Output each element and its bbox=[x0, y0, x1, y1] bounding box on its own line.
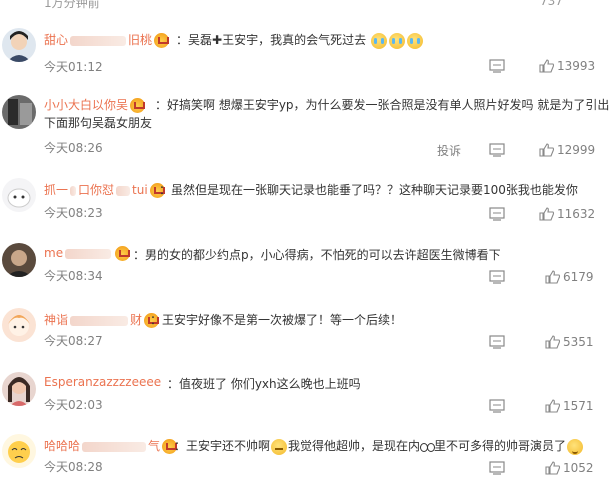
crying-emoji-icon bbox=[388, 32, 405, 49]
like-icon[interactable] bbox=[545, 399, 561, 413]
like-count: 12999 bbox=[557, 143, 596, 157]
comment-item: 抓一 口你怼 tui ：虽然但是现在一张聊天记录也能垂了吗？？这种聊天记录要100张… bbox=[0, 178, 612, 246]
username-text[interactable]: 气 bbox=[148, 439, 160, 453]
comment-time: 今天08:27 bbox=[44, 334, 103, 348]
like-count: 5351 bbox=[563, 335, 594, 349]
comment-item: 甜心 旧桃 ：吴磊✚王安宇，我真的会气死过去 今天01:12 13993 bbox=[0, 28, 612, 96]
username[interactable]: 抓一 口你怼 tui bbox=[44, 181, 165, 198]
avatar[interactable] bbox=[2, 28, 36, 62]
username-text[interactable]: 旧桃 bbox=[128, 33, 152, 47]
comment-time: 今天01:12 bbox=[44, 60, 103, 74]
like-count: 737 bbox=[540, 0, 563, 8]
like-count: 6179 bbox=[563, 270, 594, 284]
comment-icon[interactable] bbox=[489, 461, 505, 475]
username-blur bbox=[116, 185, 131, 196]
username-text[interactable]: 甜心 bbox=[44, 33, 68, 47]
comment-text: ：王安宇还不帅啊 我觉得他超帅，是现在内 里不可多得的帅哥演员了 bbox=[174, 437, 584, 455]
username-blur bbox=[70, 185, 77, 196]
report-button[interactable]: 投诉 bbox=[437, 142, 461, 159]
comment-time: 今天08:23 bbox=[44, 206, 103, 220]
comment-icon[interactable] bbox=[489, 207, 505, 221]
comment-item: Esperanzazzzzeeee ：值夜班了 你们yxh这么晚也上班吗 今天0… bbox=[0, 372, 612, 440]
username[interactable]: Esperanzazzzzeeee bbox=[44, 375, 161, 389]
username-text[interactable]: 神诣 bbox=[44, 313, 68, 327]
crying-emoji-icon bbox=[370, 32, 387, 49]
comment-text: ：吴磊✚王安宇，我真的会气死过去 bbox=[176, 31, 424, 49]
username-text[interactable]: 口你怼 bbox=[78, 183, 114, 197]
comment-text: ：男的女的都少约点p，小心得病，不怕死的可以去许超医生微博看下 bbox=[133, 248, 501, 262]
comment-text: ：值夜班了 你们yxh这么晚也上班吗 bbox=[167, 377, 361, 391]
comment-item: 神诣 财 ：王安宇好像不是第一次被爆了！等一个后续！ 今天08:27 5351 bbox=[0, 308, 612, 376]
comment-time: 今天08:26 bbox=[44, 141, 103, 155]
crown-badge-icon bbox=[154, 33, 170, 48]
like-count: 1052 bbox=[563, 461, 594, 475]
comment-icon[interactable] bbox=[489, 59, 505, 73]
crown-badge-icon bbox=[130, 98, 146, 113]
comment-time: 今天08:34 bbox=[44, 269, 103, 283]
like-count: 1571 bbox=[563, 399, 594, 413]
username-text[interactable]: me bbox=[44, 246, 63, 260]
username-blur bbox=[82, 441, 147, 452]
username-blur bbox=[70, 35, 127, 46]
comment-text-continued: 下面那句吴磊女朋友 bbox=[44, 116, 153, 130]
like-count: 11632 bbox=[557, 207, 596, 221]
username-blur bbox=[70, 315, 129, 326]
username-text[interactable]: 小小大白以你吴 bbox=[44, 98, 128, 112]
comment-icon[interactable] bbox=[489, 335, 505, 349]
username-text[interactable]: 哈哈哈 bbox=[44, 439, 80, 453]
avatar[interactable] bbox=[2, 372, 36, 406]
like-icon[interactable] bbox=[545, 461, 561, 475]
avatar[interactable] bbox=[2, 434, 36, 468]
wink-emoji-icon bbox=[567, 438, 584, 455]
username[interactable]: 甜心 旧桃 bbox=[44, 31, 170, 48]
comment-text: ：王安宇好像不是第一次被爆了！等一个后续！ bbox=[150, 313, 403, 327]
avatar[interactable] bbox=[2, 178, 36, 212]
like-icon[interactable] bbox=[539, 143, 555, 157]
username[interactable]: 小小大白以你吴 bbox=[44, 96, 146, 113]
username[interactable]: 神诣 财 bbox=[44, 311, 160, 328]
username[interactable]: me bbox=[44, 246, 131, 261]
comment-icon[interactable] bbox=[489, 399, 505, 413]
username-text[interactable]: 财 bbox=[130, 313, 142, 327]
like-icon[interactable] bbox=[539, 59, 555, 73]
comment-item: me ：男的女的都少约点p，小心得病，不怕死的可以去许超医生微博看下 今天08:… bbox=[0, 243, 612, 311]
username-text[interactable]: 抓一 bbox=[44, 183, 68, 197]
comment-item: 哈哈哈 气 ：王安宇还不帅啊 我觉得他超帅，是现在内 里不可多得的帅哥演员了 今天08… bbox=[0, 434, 612, 477]
like-count: 13993 bbox=[557, 59, 596, 73]
comment-item: 小小大白以你吴 ：好搞笑啊 想爆王安宇yp，为什么要发一张合照是没有单人照片好发… bbox=[0, 93, 612, 173]
like-icon[interactable] bbox=[539, 207, 555, 221]
avatar[interactable] bbox=[2, 308, 36, 342]
comment-icon[interactable] bbox=[489, 143, 505, 157]
comment-time: 今天02:03 bbox=[44, 398, 103, 412]
comment-text: ：好搞笑啊 想爆王安宇yp，为什么要发一张合照是没有单人照片好发吗 就是为了引出 bbox=[155, 98, 610, 112]
crown-badge-icon bbox=[115, 246, 131, 261]
like-icon[interactable] bbox=[545, 335, 561, 349]
like-icon[interactable] bbox=[545, 270, 561, 284]
previous-comment-footer: 1万分钟前 737 bbox=[0, 0, 612, 14]
avatar[interactable] bbox=[2, 95, 36, 129]
username-blur bbox=[65, 248, 112, 259]
crying-emoji-icon bbox=[406, 32, 423, 49]
avatar[interactable] bbox=[2, 243, 36, 277]
thinking-emoji-icon bbox=[271, 438, 288, 455]
username[interactable]: 哈哈哈 气 bbox=[44, 437, 178, 454]
comment-time: 1万分钟前 bbox=[44, 0, 100, 10]
comment-icon[interactable] bbox=[489, 270, 505, 284]
comment-text: ：虽然但是现在一张聊天记录也能垂了吗？？这种聊天记录要100张我也能发你 bbox=[159, 183, 578, 197]
eyes-icon bbox=[420, 442, 436, 452]
username-text[interactable]: tui bbox=[132, 183, 148, 197]
comment-time: 今天08:28 bbox=[44, 460, 103, 474]
username-text[interactable]: Esperanzazzzzeeee bbox=[44, 375, 161, 389]
